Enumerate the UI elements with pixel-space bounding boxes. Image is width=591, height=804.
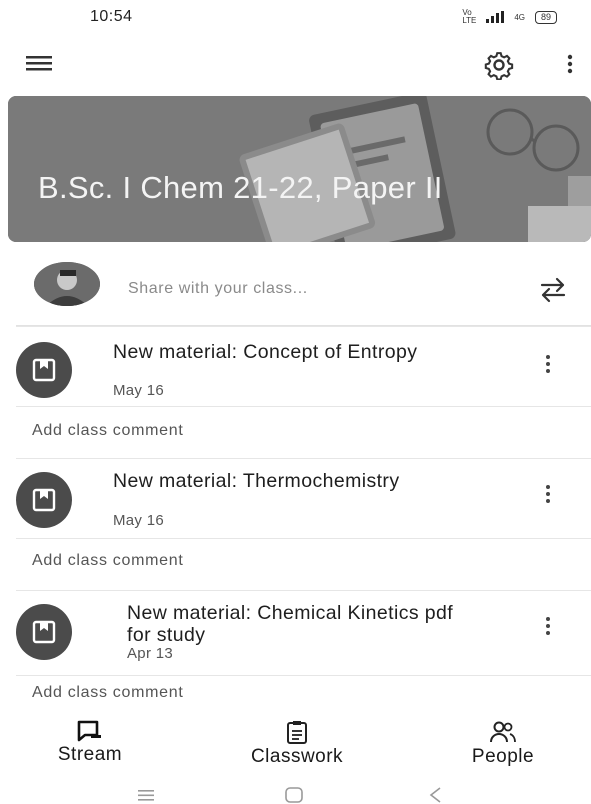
share-card[interactable]: Share with your class... <box>16 252 591 326</box>
more-vert-icon[interactable] <box>560 52 580 76</box>
status-bar: 10:54 Vo LTE 4G 89 <box>0 0 591 34</box>
network-label: Vo LTE <box>462 8 477 25</box>
recents-icon[interactable] <box>136 788 156 802</box>
bottom-navigation: Stream Classwork People <box>0 716 591 776</box>
more-vert-icon[interactable] <box>540 352 556 376</box>
class-banner[interactable]: B.Sc. I Chem 21-22, Paper II <box>8 96 591 242</box>
post-title: New material: Chemical Kinetics pdf for … <box>127 602 454 646</box>
top-app-bar <box>0 40 591 86</box>
battery-icon: 89 <box>534 10 557 24</box>
nav-classwork[interactable]: Classwork <box>224 716 370 768</box>
more-vert-icon[interactable] <box>540 614 556 638</box>
add-class-comment[interactable]: Add class comment <box>32 422 184 440</box>
banner-illustration <box>8 96 591 242</box>
post-title: New material: Concept of Entropy <box>113 341 418 363</box>
more-vert-icon[interactable] <box>540 482 556 506</box>
nav-stream-label: Stream <box>57 744 123 765</box>
battery-level: 89 <box>540 11 551 22</box>
data-label: 4G <box>514 12 525 22</box>
nav-people-label: People <box>471 746 535 767</box>
material-icon <box>16 342 72 398</box>
menu-icon[interactable] <box>26 52 52 74</box>
add-class-comment[interactable]: Add class comment <box>32 684 184 702</box>
post-date: May 16 <box>113 382 164 399</box>
avatar <box>34 262 100 306</box>
swap-icon[interactable] <box>538 276 568 304</box>
people-icon <box>490 721 516 743</box>
post-title: New material: Thermochemistry <box>113 470 400 492</box>
post-date: May 16 <box>113 512 164 529</box>
gear-icon[interactable] <box>484 50 514 80</box>
nav-stream[interactable]: Stream <box>40 716 140 766</box>
material-icon <box>16 604 72 660</box>
nav-classwork-label: Classwork <box>250 746 344 767</box>
share-input[interactable]: Share with your class... <box>128 280 308 298</box>
home-icon[interactable] <box>284 786 304 804</box>
system-navigation <box>0 780 591 804</box>
material-icon <box>16 472 72 528</box>
status-indicators: Vo LTE 4G 89 <box>462 9 557 25</box>
class-title: B.Sc. I Chem 21-22, Paper II <box>38 170 443 205</box>
add-class-comment[interactable]: Add class comment <box>32 552 184 570</box>
post-date: Apr 13 <box>127 645 173 662</box>
post-card[interactable] <box>16 326 591 407</box>
stream-icon <box>77 720 101 742</box>
back-icon[interactable] <box>426 786 446 804</box>
nav-people[interactable]: People <box>448 716 558 768</box>
signal-icon <box>486 11 505 23</box>
classwork-icon <box>287 721 307 744</box>
status-time: 10:54 <box>90 8 133 25</box>
